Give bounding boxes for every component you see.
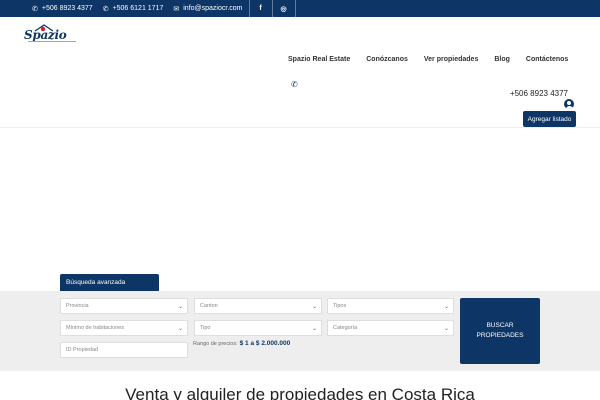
price-range-value: $ 1 a $ 2.000.000 [239, 340, 291, 347]
facebook-icon[interactable]: f [250, 0, 272, 17]
nav-item-blog[interactable]: Blog [494, 56, 510, 63]
phone-icon[interactable]: ✆ [291, 80, 298, 89]
price-range-label: Rango de precios: [193, 341, 238, 347]
categoria-select-label: Categoría [333, 325, 358, 331]
price-range: Rango de precios: $ 1 a $ 2.000.000 [193, 340, 290, 347]
topbar-phone-1[interactable]: ✆ +506 8923 4377 [0, 0, 103, 17]
tipo-select[interactable]: Tipo ⌄ [194, 320, 322, 336]
canton-select[interactable]: Canton ⌄ [194, 298, 322, 314]
search-button-label: BUSCAR PROPIEDADES [476, 322, 524, 339]
provincia-select-label: Provincia [66, 303, 89, 309]
min-rooms-select-label: Mínimo de habitaciones [66, 325, 125, 331]
instagram-icon[interactable]: ◎ [273, 0, 295, 17]
divider [294, 0, 296, 17]
nav-item-ver-propiedades[interactable]: Ver propiedades [424, 56, 478, 63]
tipos-select[interactable]: Tipos ⌄ [327, 298, 454, 314]
envelope-icon: ✉ [173, 5, 180, 13]
chevron-down-icon: ⌄ [311, 304, 317, 310]
canton-select-label: Canton [200, 303, 218, 309]
provincia-select[interactable]: Provincia ⌄ [60, 298, 188, 314]
phone-icon: ✆ [32, 5, 38, 13]
header-phone[interactable]: +506 8923 4377 [510, 89, 568, 98]
chevron-down-icon: ⌄ [443, 304, 449, 310]
chevron-down-icon: ⌄ [311, 326, 317, 332]
min-rooms-select[interactable]: Mínimo de habitaciones ⌄ [60, 320, 188, 336]
nav-item-conozcanos[interactable]: Conózcanos [366, 56, 408, 63]
categoria-select[interactable]: Categoría ⌄ [327, 320, 454, 336]
advanced-search-tab[interactable]: Búsqueda avanzada [60, 274, 159, 291]
hero-area [0, 128, 600, 290]
top-contact-bar: ✆ +506 8923 4377 ✆ +506 6121 1717 ✉ info… [0, 0, 600, 17]
nav-item-spazio-real-estate[interactable]: Spazio Real Estate [288, 56, 350, 63]
tipos-select-label: Tipos [333, 303, 347, 309]
site-logo[interactable]: Spazio [24, 24, 80, 44]
nav-item-contactenos[interactable]: Contáctenos [526, 56, 568, 63]
user-icon[interactable] [564, 99, 574, 109]
topbar-phone-2[interactable]: ✆ +506 6121 1717 [103, 0, 174, 17]
topbar-email[interactable]: ✉ info@spaziocr.com [173, 0, 248, 17]
page-title: Venta y alquiler de propiedades en Costa… [125, 385, 475, 400]
site-header: Spazio Spazio Real Estate Conózcanos Ver… [0, 17, 600, 128]
property-id-placeholder: ID Propiedad [66, 347, 99, 353]
topbar-phone-2-text: +506 6121 1717 [112, 5, 164, 12]
chevron-down-icon: ⌄ [177, 326, 183, 332]
logo-text: Spazio [24, 28, 67, 42]
tipo-select-label: Tipo [200, 325, 211, 331]
chevron-down-icon: ⌄ [177, 304, 183, 310]
add-listing-button[interactable]: Agregar listado [523, 111, 576, 127]
property-id-input[interactable]: ID Propiedad [60, 342, 188, 358]
topbar-email-text: info@spaziocr.com [183, 5, 243, 12]
main-nav: Spazio Real Estate Conózcanos Ver propie… [288, 56, 568, 63]
search-properties-button[interactable]: BUSCAR PROPIEDADES [460, 298, 540, 364]
phone-icon: ✆ [102, 5, 109, 13]
topbar-phone-1-text: +506 8923 4377 [41, 5, 93, 12]
chevron-down-icon: ⌄ [443, 326, 449, 332]
logo-underline [28, 41, 76, 42]
